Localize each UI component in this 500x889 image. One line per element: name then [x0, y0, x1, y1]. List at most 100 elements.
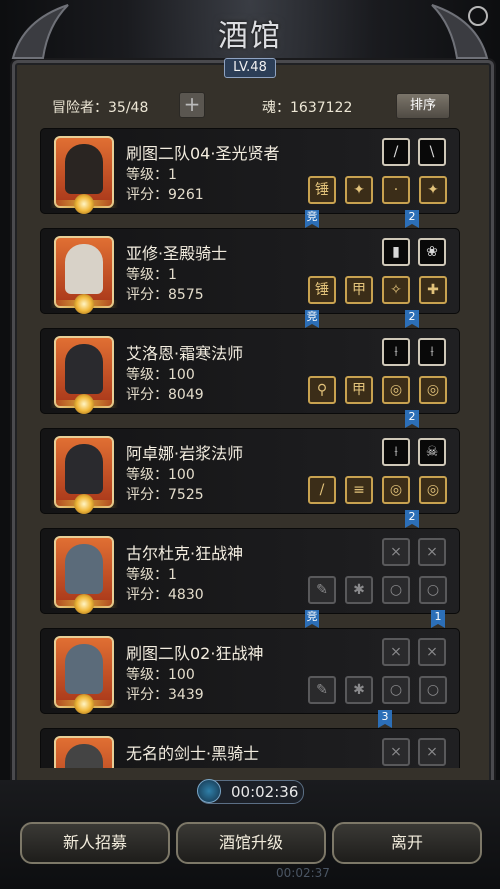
rank-tag: 2	[405, 410, 419, 428]
gear-slot[interactable]: ✚	[419, 276, 447, 304]
gear-slot[interactable]: ·	[382, 176, 410, 204]
hero-list[interactable]: 刷图二队04·圣光贤者 等级：1 评分：9261/\ 锤 ✦ · ✦ 竞 2 亚修·圣殿骑士 等级：…	[40, 128, 460, 768]
hero-card[interactable]: 无名的剑士·黑骑士 ⨯ ⨯	[40, 728, 460, 768]
weapon-slot[interactable]: ⟊	[418, 338, 446, 366]
gear-slot[interactable]: ◎	[382, 476, 410, 504]
weapon-icon: ⟊	[394, 344, 398, 360]
weapon-slot[interactable]: ⨯	[382, 538, 410, 566]
rank-tag: 2	[405, 510, 419, 528]
gear-icon: ✚	[427, 282, 439, 298]
sort-button[interactable]: 排序	[396, 93, 450, 119]
gear-slot[interactable]: ◎	[419, 376, 447, 404]
hero-name: 阿卓娜·岩浆法师	[126, 444, 244, 463]
gear-slot[interactable]: ◎	[382, 376, 410, 404]
gear-icon: /	[319, 482, 325, 498]
gear-slot[interactable]: ⚲	[308, 376, 336, 404]
weapon-slot[interactable]: /	[382, 138, 410, 166]
medal-icon	[74, 394, 94, 414]
gear-slot[interactable]: /	[308, 476, 336, 504]
hero-card[interactable]: 刷图二队02·狂战神 等级：100 评分：3439 ⨯ ⨯ ✎ ✱ ○ ○	[40, 628, 460, 714]
hero-face-icon	[65, 144, 103, 194]
leave-button[interactable]: 离开	[332, 822, 482, 864]
hero-face-icon	[65, 644, 103, 694]
gear-icon: ✱	[353, 582, 365, 598]
clock-icon	[197, 779, 221, 803]
hero-portrait[interactable]	[50, 136, 118, 214]
soul-count: 魂：1637122	[262, 100, 353, 116]
weapon-slot[interactable]: ⨯	[382, 738, 410, 766]
weapon-slot[interactable]: ❀	[418, 238, 446, 266]
hero-portrait[interactable]	[50, 336, 118, 414]
hero-score: 评分：9261	[126, 187, 204, 203]
gear-slot[interactable]: 锤	[308, 276, 336, 304]
add-slot-button[interactable]: +	[179, 92, 205, 118]
recruit-button[interactable]: 新人招募	[20, 822, 170, 864]
weapon-icon: ⨯	[390, 544, 402, 560]
tavern-level-badge: LV.48	[224, 58, 276, 78]
hero-card[interactable]: 阿卓娜·岩浆法师 等级：100 评分：7525 ⟊ ☠ / ≡ ◎ ◎	[40, 428, 460, 514]
weapon-slot[interactable]: ▮	[382, 238, 410, 266]
hero-card[interactable]: 亚修·圣殿骑士 等级：1 评分：8575 ▮ ❀ 锤 甲 ✧ ✚	[40, 228, 460, 314]
gear-slot[interactable]: 锤	[308, 176, 336, 204]
hero-card[interactable]: 刷图二队04·圣光贤者 等级：1 评分：9261 / \ 锤 ✦ · ✦	[40, 128, 460, 214]
hero-portrait[interactable]	[54, 736, 114, 768]
weapon-icon: ⨯	[426, 644, 438, 660]
close-icon[interactable]	[468, 6, 488, 26]
gear-slot[interactable]: ○	[419, 576, 447, 604]
hero-score: 评分：7525	[126, 487, 204, 503]
weapon-slot[interactable]: \	[418, 138, 446, 166]
hero-portrait[interactable]	[50, 636, 118, 714]
weapon-slot[interactable]: ⨯	[418, 538, 446, 566]
weapon-icon: ⨯	[390, 644, 402, 660]
weapon-icon: ⨯	[426, 544, 438, 560]
gear-slot[interactable]: 甲	[345, 376, 373, 404]
gear-slot[interactable]: ✧	[382, 276, 410, 304]
gear-slot[interactable]: ○	[382, 576, 410, 604]
weapon-slot[interactable]: ⨯	[418, 738, 446, 766]
gear-icon: 甲	[352, 282, 366, 298]
weapon-slot[interactable]: ⟊	[382, 438, 410, 466]
arena-tag: 竞	[305, 310, 319, 328]
hero-face-icon	[65, 444, 103, 494]
gear-icon: 锤	[315, 282, 329, 298]
hero-face-icon	[65, 344, 103, 394]
gear-slot[interactable]: ✱	[345, 576, 373, 604]
weapon-icon: ⨯	[426, 744, 438, 760]
gear-slot[interactable]: ✎	[308, 576, 336, 604]
rank-tag: 2	[405, 310, 419, 328]
medal-icon	[74, 194, 94, 214]
background-timer: 00:02:37	[276, 866, 330, 880]
hero-name: 刷图二队02·狂战神	[126, 644, 264, 663]
gear-icon: ·	[393, 182, 399, 198]
hero-portrait[interactable]	[50, 236, 118, 314]
gear-slot[interactable]: ○	[382, 676, 410, 704]
weapon-slot[interactable]: ⨯	[382, 638, 410, 666]
gear-slot[interactable]: 甲	[345, 276, 373, 304]
gear-slot[interactable]: ◎	[419, 476, 447, 504]
timer-value: 00:02:36	[231, 783, 299, 801]
gear-icon: ⚲	[316, 382, 328, 398]
left-ornament-icon	[11, 4, 69, 59]
gear-slot[interactable]: ≡	[345, 476, 373, 504]
weapon-slot[interactable]: ⟊	[382, 338, 410, 366]
rank-tag: 1	[431, 610, 445, 628]
arena-tag: 竞	[305, 210, 319, 228]
gear-slot[interactable]: ✦	[419, 176, 447, 204]
gear-slot[interactable]: ✱	[345, 676, 373, 704]
gear-icon: ○	[389, 682, 403, 698]
hero-portrait[interactable]	[50, 436, 118, 514]
upgrade-tavern-button[interactable]: 酒馆升级	[176, 822, 326, 864]
gear-slot[interactable]: ○	[419, 676, 447, 704]
hero-card[interactable]: 艾洛恩·霜寒法师 等级：100 评分：8049 ⟊ ⟊ ⚲ 甲 ◎ ◎	[40, 328, 460, 414]
hero-face-icon	[65, 544, 103, 594]
weapon-slot[interactable]: ⨯	[418, 638, 446, 666]
gear-slot[interactable]: ✎	[308, 676, 336, 704]
hero-level: 等级：1	[126, 167, 177, 183]
weapon-slot[interactable]: ☠	[418, 438, 446, 466]
rank-tag: 2	[405, 210, 419, 228]
hero-card[interactable]: 古尔杜克·狂战神 等级：1 评分：4830 ⨯ ⨯ ✎ ✱ ○ ○	[40, 528, 460, 614]
hero-portrait[interactable]	[50, 536, 118, 614]
gear-slot[interactable]: ✦	[345, 176, 373, 204]
gear-icon: ✎	[316, 582, 328, 598]
weapon-icon: ⨯	[390, 744, 402, 760]
